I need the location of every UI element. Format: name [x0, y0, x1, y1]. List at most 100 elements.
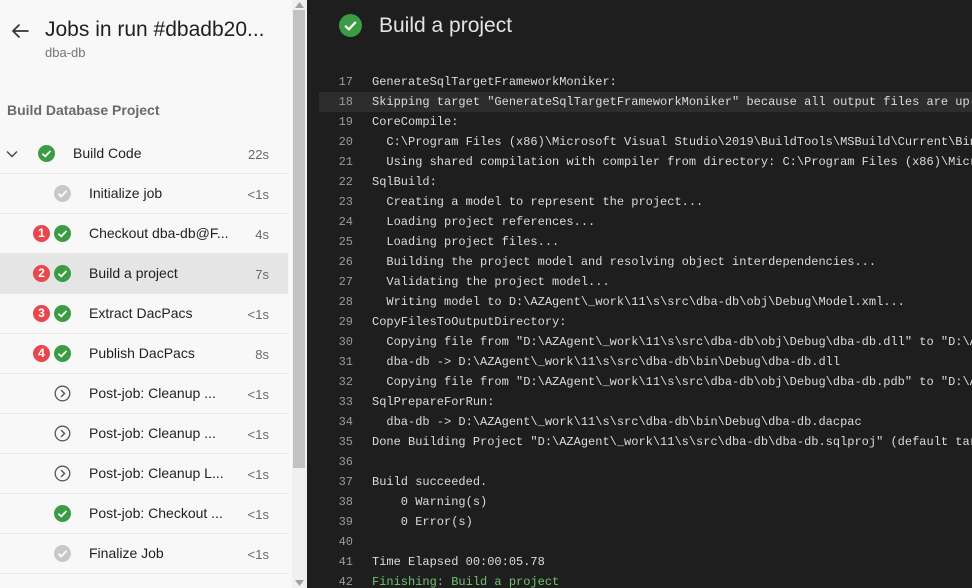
step-label: Extract DacPacs [89, 305, 193, 321]
log-line-number: 22 [338, 175, 353, 189]
log-line: 20 C:\Program Files (x86)\Microsoft Visu… [319, 132, 972, 152]
step-duration: 8s [255, 347, 269, 362]
log-line-number: 34 [338, 415, 353, 429]
step-number-badge: 1 [33, 225, 50, 242]
step-row[interactable]: 3 Extract DacPacs <1s [0, 294, 288, 334]
log-line: 40 [319, 532, 972, 552]
step-duration: <1s [247, 387, 269, 402]
step-duration: <1s [247, 467, 269, 482]
check-circle-icon [54, 265, 71, 282]
log-output[interactable]: 17 GenerateSqlTargetFrameworkMoniker: 18 Sk… [307, 70, 972, 588]
step-row[interactable]: Initialize job <1s [0, 174, 288, 214]
log-line: 29 CopyFilesToOutputDirectory: [319, 312, 972, 332]
step-row[interactable]: Post-job: Cleanup L... <1s [0, 454, 288, 494]
log-line-text: Done Building Project "D:\AZAgent\_work\… [372, 435, 972, 449]
log-line: 23 Creating a model to represent the pro… [319, 192, 972, 212]
log-line: 41 Time Elapsed 00:00:05.78 [319, 552, 972, 572]
log-panel: Build a project 17 GenerateSqlTargetFrame… [307, 0, 972, 588]
log-line-number: 19 [338, 115, 353, 129]
step-duration: <1s [247, 187, 269, 202]
skipped-circle-icon [54, 545, 71, 562]
circle-chevron-icon [54, 385, 71, 402]
log-line-number: 28 [338, 295, 353, 309]
log-line-text: C:\Program Files (x86)\Microsoft Visual … [372, 135, 972, 149]
log-header: Build a project [307, 0, 972, 55]
job-row-build-code[interactable]: Build Code 22s [0, 134, 288, 174]
check-circle-icon [54, 305, 71, 322]
arrow-left-icon[interactable] [8, 18, 34, 44]
log-line: 22 SqlBuild: [319, 172, 972, 192]
log-line-number: 33 [338, 395, 353, 409]
skipped-circle-icon [54, 185, 71, 202]
log-line-number: 27 [338, 275, 353, 289]
log-line: 26 Building the project model and resolv… [319, 252, 972, 272]
step-label: Build a project [89, 265, 178, 281]
log-line-number: 42 [338, 575, 353, 588]
log-line-number: 35 [338, 435, 353, 449]
log-line: 34 dba-db -> D:\AZAgent\_work\11\s\src\d… [319, 412, 972, 432]
log-line-number: 36 [338, 455, 353, 469]
log-line-text: dba-db -> D:\AZAgent\_work\11\s\src\dba-… [372, 355, 841, 369]
step-label: Finalize Job [89, 545, 164, 561]
pipeline-name: dba-db [45, 45, 86, 60]
log-line: 17 GenerateSqlTargetFrameworkMoniker: [319, 72, 972, 92]
log-line: 32 Copying file from "D:\AZAgent\_work\1… [319, 372, 972, 392]
step-title: Build a project [379, 14, 513, 37]
step-row[interactable]: Post-job: Cleanup ... <1s [0, 374, 288, 414]
step-number-badge: 2 [33, 265, 50, 282]
log-line-text: Time Elapsed 00:00:05.78 [372, 555, 545, 569]
scroll-down-arrow-icon[interactable] [295, 580, 304, 586]
log-line-number: 23 [338, 195, 353, 209]
step-row[interactable]: Finalize Job <1s [0, 534, 288, 574]
log-line: 35 Done Building Project "D:\AZAgent\_wor… [319, 432, 972, 452]
run-title: Jobs in run #dbadb20... [45, 18, 265, 41]
step-row[interactable]: 2 Build a project 7s [0, 254, 288, 294]
check-circle-icon [54, 345, 71, 362]
log-line-number: 37 [338, 475, 353, 489]
log-line-text: 0 Error(s) [372, 515, 473, 529]
log-line: 18 Skipping target "GenerateSqlTargetFram… [319, 92, 972, 112]
log-line-number: 17 [338, 75, 353, 89]
log-line-number: 20 [338, 135, 353, 149]
log-line: 21 Using shared compilation with compile… [319, 152, 972, 172]
log-line-number: 21 [338, 155, 353, 169]
step-number-badge: 4 [33, 345, 50, 362]
log-line: 39 0 Error(s) [319, 512, 972, 532]
scroll-up-arrow-icon[interactable] [295, 2, 304, 8]
log-line-number: 18 [338, 95, 353, 109]
log-line-text: dba-db -> D:\AZAgent\_work\11\s\src\dba-… [372, 415, 862, 429]
log-line: 42 Finishing: Build a project [319, 572, 972, 588]
step-row[interactable]: Post-job: Cleanup ... <1s [0, 414, 288, 454]
log-line-text: Finishing: Build a project [372, 575, 560, 588]
job-label: Build Code [73, 145, 142, 161]
step-duration: <1s [247, 307, 269, 322]
step-duration: <1s [247, 507, 269, 522]
log-line: 36 [319, 452, 972, 472]
log-line-text: Writing model to D:\AZAgent\_work\11\s\s… [372, 295, 905, 309]
step-duration: <1s [247, 547, 269, 562]
circle-chevron-icon [54, 425, 71, 442]
jobs-panel: Jobs in run #dbadb20... dba-db Build Dat… [0, 0, 292, 588]
job-duration: 22s [248, 147, 269, 162]
log-line-number: 41 [338, 555, 353, 569]
log-line: 24 Loading project references... [319, 212, 972, 232]
log-line-text: SqlBuild: [372, 175, 437, 189]
step-row[interactable]: 4 Publish DacPacs 8s [0, 334, 288, 374]
log-line-text: Copying file from "D:\AZAgent\_work\11\s… [372, 335, 972, 349]
log-line: 30 Copying file from "D:\AZAgent\_work\1… [319, 332, 972, 352]
step-row[interactable]: Post-job: Checkout ... <1s [0, 494, 288, 534]
step-label: Post-job: Cleanup ... [89, 385, 216, 401]
chevron-down-icon[interactable] [5, 147, 19, 161]
log-line-text: Skipping target "GenerateSqlTargetFramew… [372, 95, 972, 109]
log-line: 19 CoreCompile: [319, 112, 972, 132]
step-row[interactable]: 1 Checkout dba-db@F... 4s [0, 214, 288, 254]
circle-chevron-icon [54, 465, 71, 482]
step-label: Publish DacPacs [89, 345, 195, 361]
step-label: Post-job: Cleanup ... [89, 425, 216, 441]
scrollbar-thumb[interactable] [293, 10, 305, 468]
log-line-number: 38 [338, 495, 353, 509]
step-label: Initialize job [89, 185, 163, 201]
log-line-text: Validating the project model... [372, 275, 610, 289]
log-line-number: 24 [338, 215, 353, 229]
log-line-text: 0 Warning(s) [372, 495, 488, 509]
